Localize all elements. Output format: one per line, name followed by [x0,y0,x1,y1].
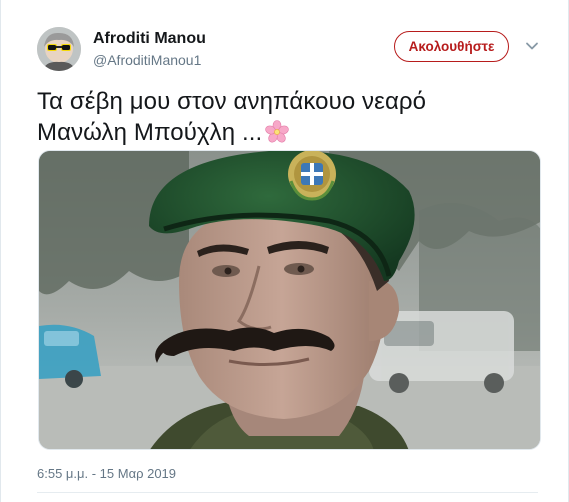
tweet-text-line-2-content: Μανώλη Μπούχλη ... [37,119,263,146]
tweet-timestamp[interactable]: 6:55 μ.μ. - 15 Μαρ 2019 [37,466,176,481]
photo-soldier-beret [39,151,540,449]
avatar[interactable] [37,27,81,71]
chevron-down-icon[interactable] [525,39,539,53]
avatar-image [37,27,81,71]
follow-button[interactable]: Ακολουθήστε [394,31,509,62]
display-name[interactable]: Afroditi Manou [93,30,206,48]
tweet-text: Τα σέβη μου στον ανηπάκουο νεαρό Μανώλη … [37,86,537,148]
cherry-blossom-icon [265,120,289,143]
tweet-photo[interactable] [38,150,541,450]
tweet-text-line-1: Τα σέβη μου στον ανηπάκουο νεαρό [37,88,427,115]
divider [37,492,538,493]
tweet-text-line-2: Μανώλη Μπούχλη ... [37,117,537,148]
user-handle[interactable]: @AfroditiManou1 [93,52,201,68]
tweet-card: Afroditi Manou @AfroditiManou1 Ακολουθήσ… [0,0,569,502]
